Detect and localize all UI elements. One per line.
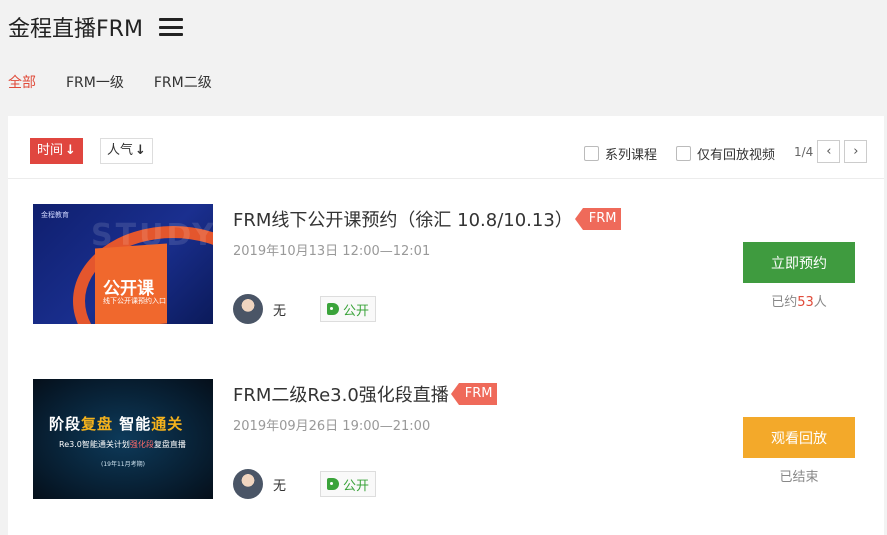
thumb-book-subtitle: 线下公开课预约入口 xyxy=(103,297,166,305)
series-course-checkbox[interactable]: 系列课程 xyxy=(584,144,657,163)
watch-replay-button[interactable]: 观看回放 xyxy=(743,417,855,458)
reservation-count: 已约53人 xyxy=(743,291,855,310)
sort-by-time-button[interactable]: 时间 ↓ xyxy=(30,138,83,164)
tab-frm-level-1[interactable]: FRM一级 xyxy=(66,72,124,92)
thumb-title-part: 智能 xyxy=(119,415,152,433)
teacher-name: 无 xyxy=(273,303,287,319)
thumb-subtitle: Re3.0智能通关计划强化段复盘直播 xyxy=(59,439,186,450)
prev-page-icon[interactable]: ‹ xyxy=(817,140,841,163)
thumb-sub-part: 复盘直播 xyxy=(153,440,186,449)
teacher-info: 无 公开 xyxy=(233,294,377,324)
thumb-title: 阶段复盘 智能通关 xyxy=(49,413,183,434)
page-header: 金程直播FRM xyxy=(8,10,183,44)
course-item: STUDY 金程教育 公开课 线下公开课预约入口 FRM线下公开课预约（徐汇 1… xyxy=(8,194,884,344)
page-indicator: 1/4 xyxy=(794,144,814,159)
next-page-icon[interactable]: › xyxy=(844,140,868,163)
thumb-title-part: 通关 xyxy=(151,415,184,433)
course-thumbnail[interactable]: STUDY 金程教育 公开课 线下公开课预约入口 xyxy=(33,204,213,324)
thumb-sub-part: Re3.0智能通关计划 xyxy=(59,440,130,449)
thumb-sub-part: 强化段 xyxy=(129,440,154,449)
checkbox-box[interactable] xyxy=(676,146,691,161)
tab-all[interactable]: 全部 xyxy=(8,72,36,92)
pagination: 1/4 ‹ › xyxy=(794,140,868,163)
frm-tag: FRM xyxy=(574,208,621,230)
access-badge: 公开 xyxy=(320,296,377,322)
teacher-info: 无 公开 xyxy=(233,469,377,499)
status-ended: 已结束 xyxy=(779,470,819,485)
reserve-button[interactable]: 立即预约 xyxy=(743,242,855,283)
checkbox-box[interactable] xyxy=(584,146,599,161)
reservation-suffix: 人 xyxy=(813,295,827,310)
course-date: 2019年09月26日 19:00—21:00 xyxy=(233,419,431,434)
sort-by-popularity-button[interactable]: 人气 ↓ xyxy=(100,138,153,164)
sort-down-arrow-icon: ↓ xyxy=(135,143,146,158)
thumb-note: (19年11月考期) xyxy=(101,461,145,468)
replay-only-label: 仅有回放视频 xyxy=(697,148,776,163)
tab-frm-level-2[interactable]: FRM二级 xyxy=(154,72,212,92)
reservation-number: 53 xyxy=(797,295,814,310)
category-tabs: 全部 FRM一级 FRM二级 xyxy=(8,72,242,92)
reservation-prefix: 已约 xyxy=(771,295,798,310)
course-title-row: FRM线下公开课预约（徐汇 10.8/10.13） FRM xyxy=(233,206,621,232)
course-title[interactable]: FRM二级Re3.0强化段直播 xyxy=(233,381,449,407)
site-title: 金程直播FRM xyxy=(8,17,143,42)
access-badge: 公开 xyxy=(320,471,377,497)
series-course-label: 系列课程 xyxy=(605,148,658,163)
thumb-logo: 金程教育 xyxy=(41,211,69,219)
access-label: 公开 xyxy=(343,478,370,494)
course-title[interactable]: FRM线下公开课预约（徐汇 10.8/10.13） xyxy=(233,206,573,232)
replay-only-checkbox[interactable]: 仅有回放视频 xyxy=(676,144,775,163)
frm-tag: FRM xyxy=(450,383,497,405)
hamburger-menu-icon[interactable] xyxy=(158,18,183,36)
tag-icon xyxy=(327,478,340,490)
thumb-title-part: 复盘 xyxy=(81,415,114,433)
sort-down-arrow-icon: ↓ xyxy=(65,143,76,158)
course-panel: 时间 ↓ 人气 ↓ 系列课程 仅有回放视频 1/4 ‹ › STUDY 金程教育 公… xyxy=(8,116,884,535)
course-thumbnail[interactable]: 阶段复盘 智能通关 Re3.0智能通关计划强化段复盘直播 (19年11月考期) xyxy=(33,379,213,499)
list-toolbar: 时间 ↓ 人气 ↓ 系列课程 仅有回放视频 1/4 ‹ › xyxy=(8,116,884,179)
sort-popularity-label: 人气 xyxy=(107,143,134,158)
access-label: 公开 xyxy=(343,303,370,319)
course-item: 阶段复盘 智能通关 Re3.0智能通关计划强化段复盘直播 (19年11月考期) … xyxy=(8,369,884,519)
sort-time-label: 时间 xyxy=(37,143,64,158)
course-title-row: FRM二级Re3.0强化段直播 FRM xyxy=(233,381,497,407)
avatar xyxy=(233,294,263,324)
thumb-title-part: 阶段 xyxy=(49,415,82,433)
avatar xyxy=(233,469,263,499)
tag-icon xyxy=(327,303,340,315)
course-date: 2019年10月13日 12:00—12:01 xyxy=(233,244,431,259)
teacher-name: 无 xyxy=(273,478,287,494)
